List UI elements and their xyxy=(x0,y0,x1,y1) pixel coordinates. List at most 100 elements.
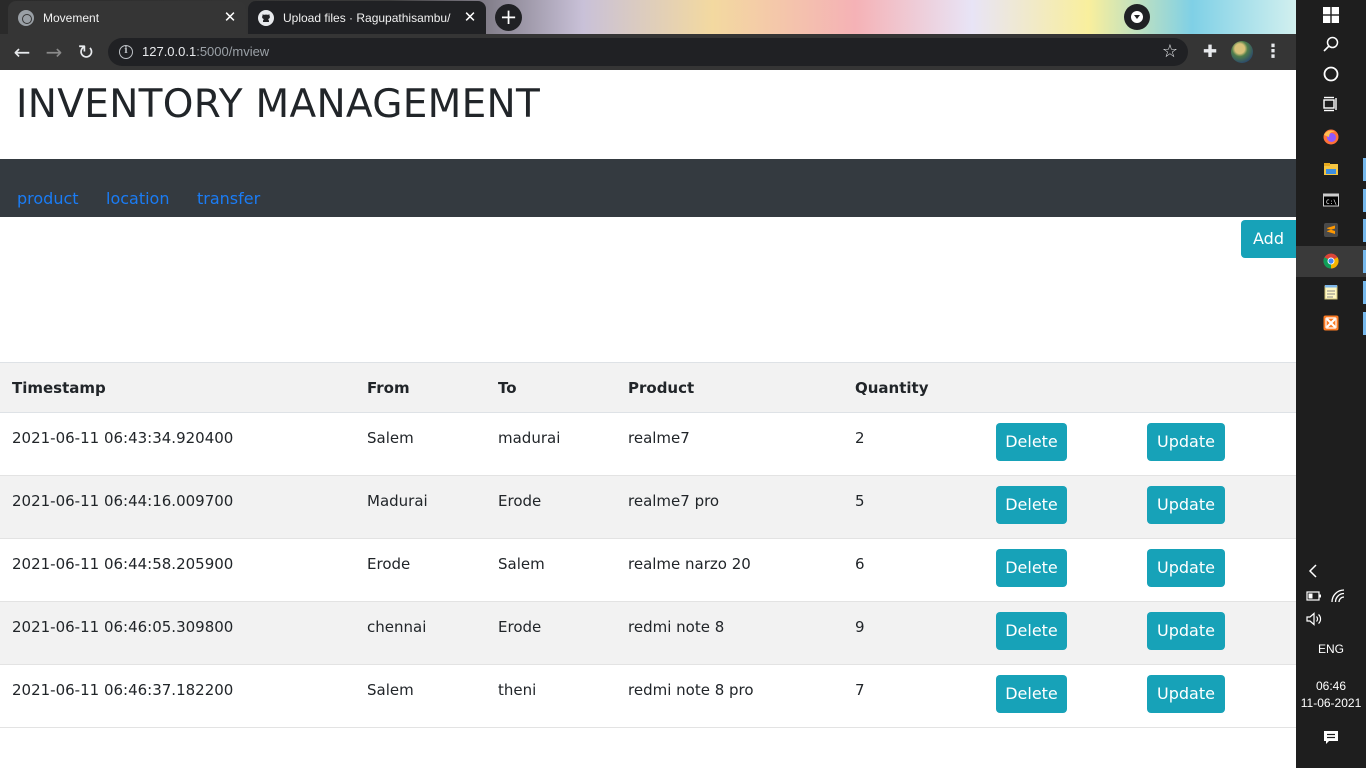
cell-product: realme narzo 20 xyxy=(616,538,843,602)
github-icon xyxy=(258,9,274,26)
update-button[interactable]: Update xyxy=(1147,486,1225,524)
language-indicator[interactable]: ENG xyxy=(1296,642,1366,656)
browser-window: Movement ✕ Upload files · Ragupathisambu… xyxy=(0,0,1296,768)
cell-delete: Delete xyxy=(984,601,1135,665)
cell-to: Erode xyxy=(486,475,616,539)
tab-search-icon[interactable] xyxy=(1124,4,1150,30)
notepad-icon xyxy=(1324,285,1338,300)
taskbar-task-view[interactable] xyxy=(1296,89,1366,120)
column-header-update xyxy=(1135,362,1296,413)
navbar: product location transfer xyxy=(0,159,1296,217)
table-header-row: Timestamp From To Product Quantity xyxy=(0,362,1296,413)
cell-product: realme7 pro xyxy=(616,475,843,539)
cell-timestamp: 2021-06-11 06:46:37.182200 xyxy=(0,664,355,728)
new-tab-button[interactable]: + xyxy=(495,4,522,31)
cell-timestamp: 2021-06-11 06:43:34.920400 xyxy=(0,412,355,476)
nav-link-transfer[interactable]: transfer xyxy=(197,189,260,208)
forward-arrow-icon[interactable]: → xyxy=(40,38,68,66)
cell-from: Salem xyxy=(355,664,486,728)
clock-date[interactable]: 11-06-2021 xyxy=(1296,696,1366,710)
nav-link-location[interactable]: location xyxy=(106,189,169,208)
tab-movement[interactable]: Movement ✕ xyxy=(8,1,246,34)
update-button[interactable]: Update xyxy=(1147,675,1225,713)
cell-quantity: 9 xyxy=(843,601,984,665)
close-icon[interactable]: ✕ xyxy=(222,9,238,25)
url-path: :5000/mview xyxy=(196,44,270,59)
battery-icon[interactable] xyxy=(1306,588,1322,604)
globe-icon xyxy=(18,9,34,26)
cell-to: theni xyxy=(486,664,616,728)
close-icon[interactable]: ✕ xyxy=(462,9,478,25)
taskbar-firefox[interactable] xyxy=(1296,122,1366,153)
cell-from: Salem xyxy=(355,412,486,476)
clock-time[interactable]: 06:46 xyxy=(1296,679,1366,693)
nav-link-product[interactable]: product xyxy=(17,189,79,208)
cortana-icon xyxy=(1323,66,1339,82)
task-view-icon xyxy=(1323,96,1337,112)
firefox-icon xyxy=(1323,129,1339,145)
movement-table: Timestamp From To Product Quantity 2021-… xyxy=(0,362,1296,728)
cell-delete: Delete xyxy=(984,475,1135,539)
windows-taskbar: C:\ ENG 06:46 11-06-2021 xyxy=(1296,0,1366,768)
notification-icon xyxy=(1324,731,1338,744)
tab-strip: Movement ✕ Upload files · Ragupathisambu… xyxy=(0,0,1296,34)
cell-update: Update xyxy=(1135,601,1296,665)
file-explorer-icon xyxy=(1324,163,1338,175)
cell-to: Salem xyxy=(486,538,616,602)
update-button[interactable]: Update xyxy=(1147,423,1225,461)
cell-product: redmi note 8 pro xyxy=(616,664,843,728)
xampp-icon xyxy=(1323,315,1339,331)
delete-button[interactable]: Delete xyxy=(996,549,1067,587)
reload-icon[interactable]: ↻ xyxy=(72,38,100,66)
cell-to: madurai xyxy=(486,412,616,476)
cell-from: Erode xyxy=(355,538,486,602)
volume-icon xyxy=(1306,612,1322,626)
update-button[interactable]: Update xyxy=(1147,549,1225,587)
extensions-puzzle-icon[interactable]: ✚ xyxy=(1199,41,1221,63)
cell-timestamp: 2021-06-11 06:44:16.009700 xyxy=(0,475,355,539)
column-header-from: From xyxy=(355,362,486,413)
bookmark-star-icon[interactable]: ☆ xyxy=(1162,41,1178,62)
cell-quantity: 2 xyxy=(843,412,984,476)
taskbar-search[interactable] xyxy=(1296,29,1366,60)
action-center-button[interactable] xyxy=(1296,723,1366,754)
delete-button[interactable]: Delete xyxy=(996,423,1067,461)
address-bar[interactable]: i 127.0.0.1:5000/mview ☆ xyxy=(108,38,1188,66)
update-button[interactable]: Update xyxy=(1147,612,1225,650)
url-text: 127.0.0.1:5000/mview xyxy=(142,44,269,59)
chrome-icon xyxy=(1323,253,1339,269)
delete-button[interactable]: Delete xyxy=(996,486,1067,524)
add-button[interactable]: Add xyxy=(1241,220,1296,258)
wifi-icon[interactable] xyxy=(1330,588,1346,604)
taskbar-sublime-text[interactable] xyxy=(1296,215,1366,246)
start-button[interactable] xyxy=(1296,0,1366,31)
kebab-menu-icon[interactable]: ⋮ xyxy=(1262,41,1284,63)
column-header-timestamp: Timestamp xyxy=(0,362,355,413)
taskbar-chrome[interactable] xyxy=(1296,246,1366,277)
cell-delete: Delete xyxy=(984,664,1135,728)
taskbar-xampp[interactable] xyxy=(1296,308,1366,339)
delete-button[interactable]: Delete xyxy=(996,675,1067,713)
windows-start-icon xyxy=(1323,7,1339,23)
taskbar-cmd[interactable]: C:\ xyxy=(1296,185,1366,216)
avatar[interactable] xyxy=(1231,41,1253,63)
browser-toolbar: ← → ↻ i 127.0.0.1:5000/mview ☆ ✚ ⋮ xyxy=(0,34,1296,70)
tab-upload-files[interactable]: Upload files · Ragupathisambu/in ✕ xyxy=(248,1,486,34)
back-arrow-icon[interactable]: ← xyxy=(8,38,36,66)
cell-delete: Delete xyxy=(984,538,1135,602)
cell-from: chennai xyxy=(355,601,486,665)
cell-delete: Delete xyxy=(984,412,1135,476)
page-content: INVENTORY MANAGEMENT product location tr… xyxy=(0,70,1296,768)
cell-update: Update xyxy=(1135,664,1296,728)
tray-volume[interactable] xyxy=(1296,604,1366,635)
sublime-text-icon xyxy=(1324,223,1338,237)
cell-product: realme7 xyxy=(616,412,843,476)
taskbar-notepad[interactable] xyxy=(1296,277,1366,308)
cell-update: Update xyxy=(1135,538,1296,602)
search-icon xyxy=(1323,36,1339,52)
taskbar-file-explorer[interactable] xyxy=(1296,154,1366,185)
delete-button[interactable]: Delete xyxy=(996,612,1067,650)
taskbar-cortana[interactable] xyxy=(1296,59,1366,90)
info-icon[interactable]: i xyxy=(119,45,133,59)
table-row: 2021-06-11 06:43:34.920400 Salem madurai re… xyxy=(0,412,1296,476)
